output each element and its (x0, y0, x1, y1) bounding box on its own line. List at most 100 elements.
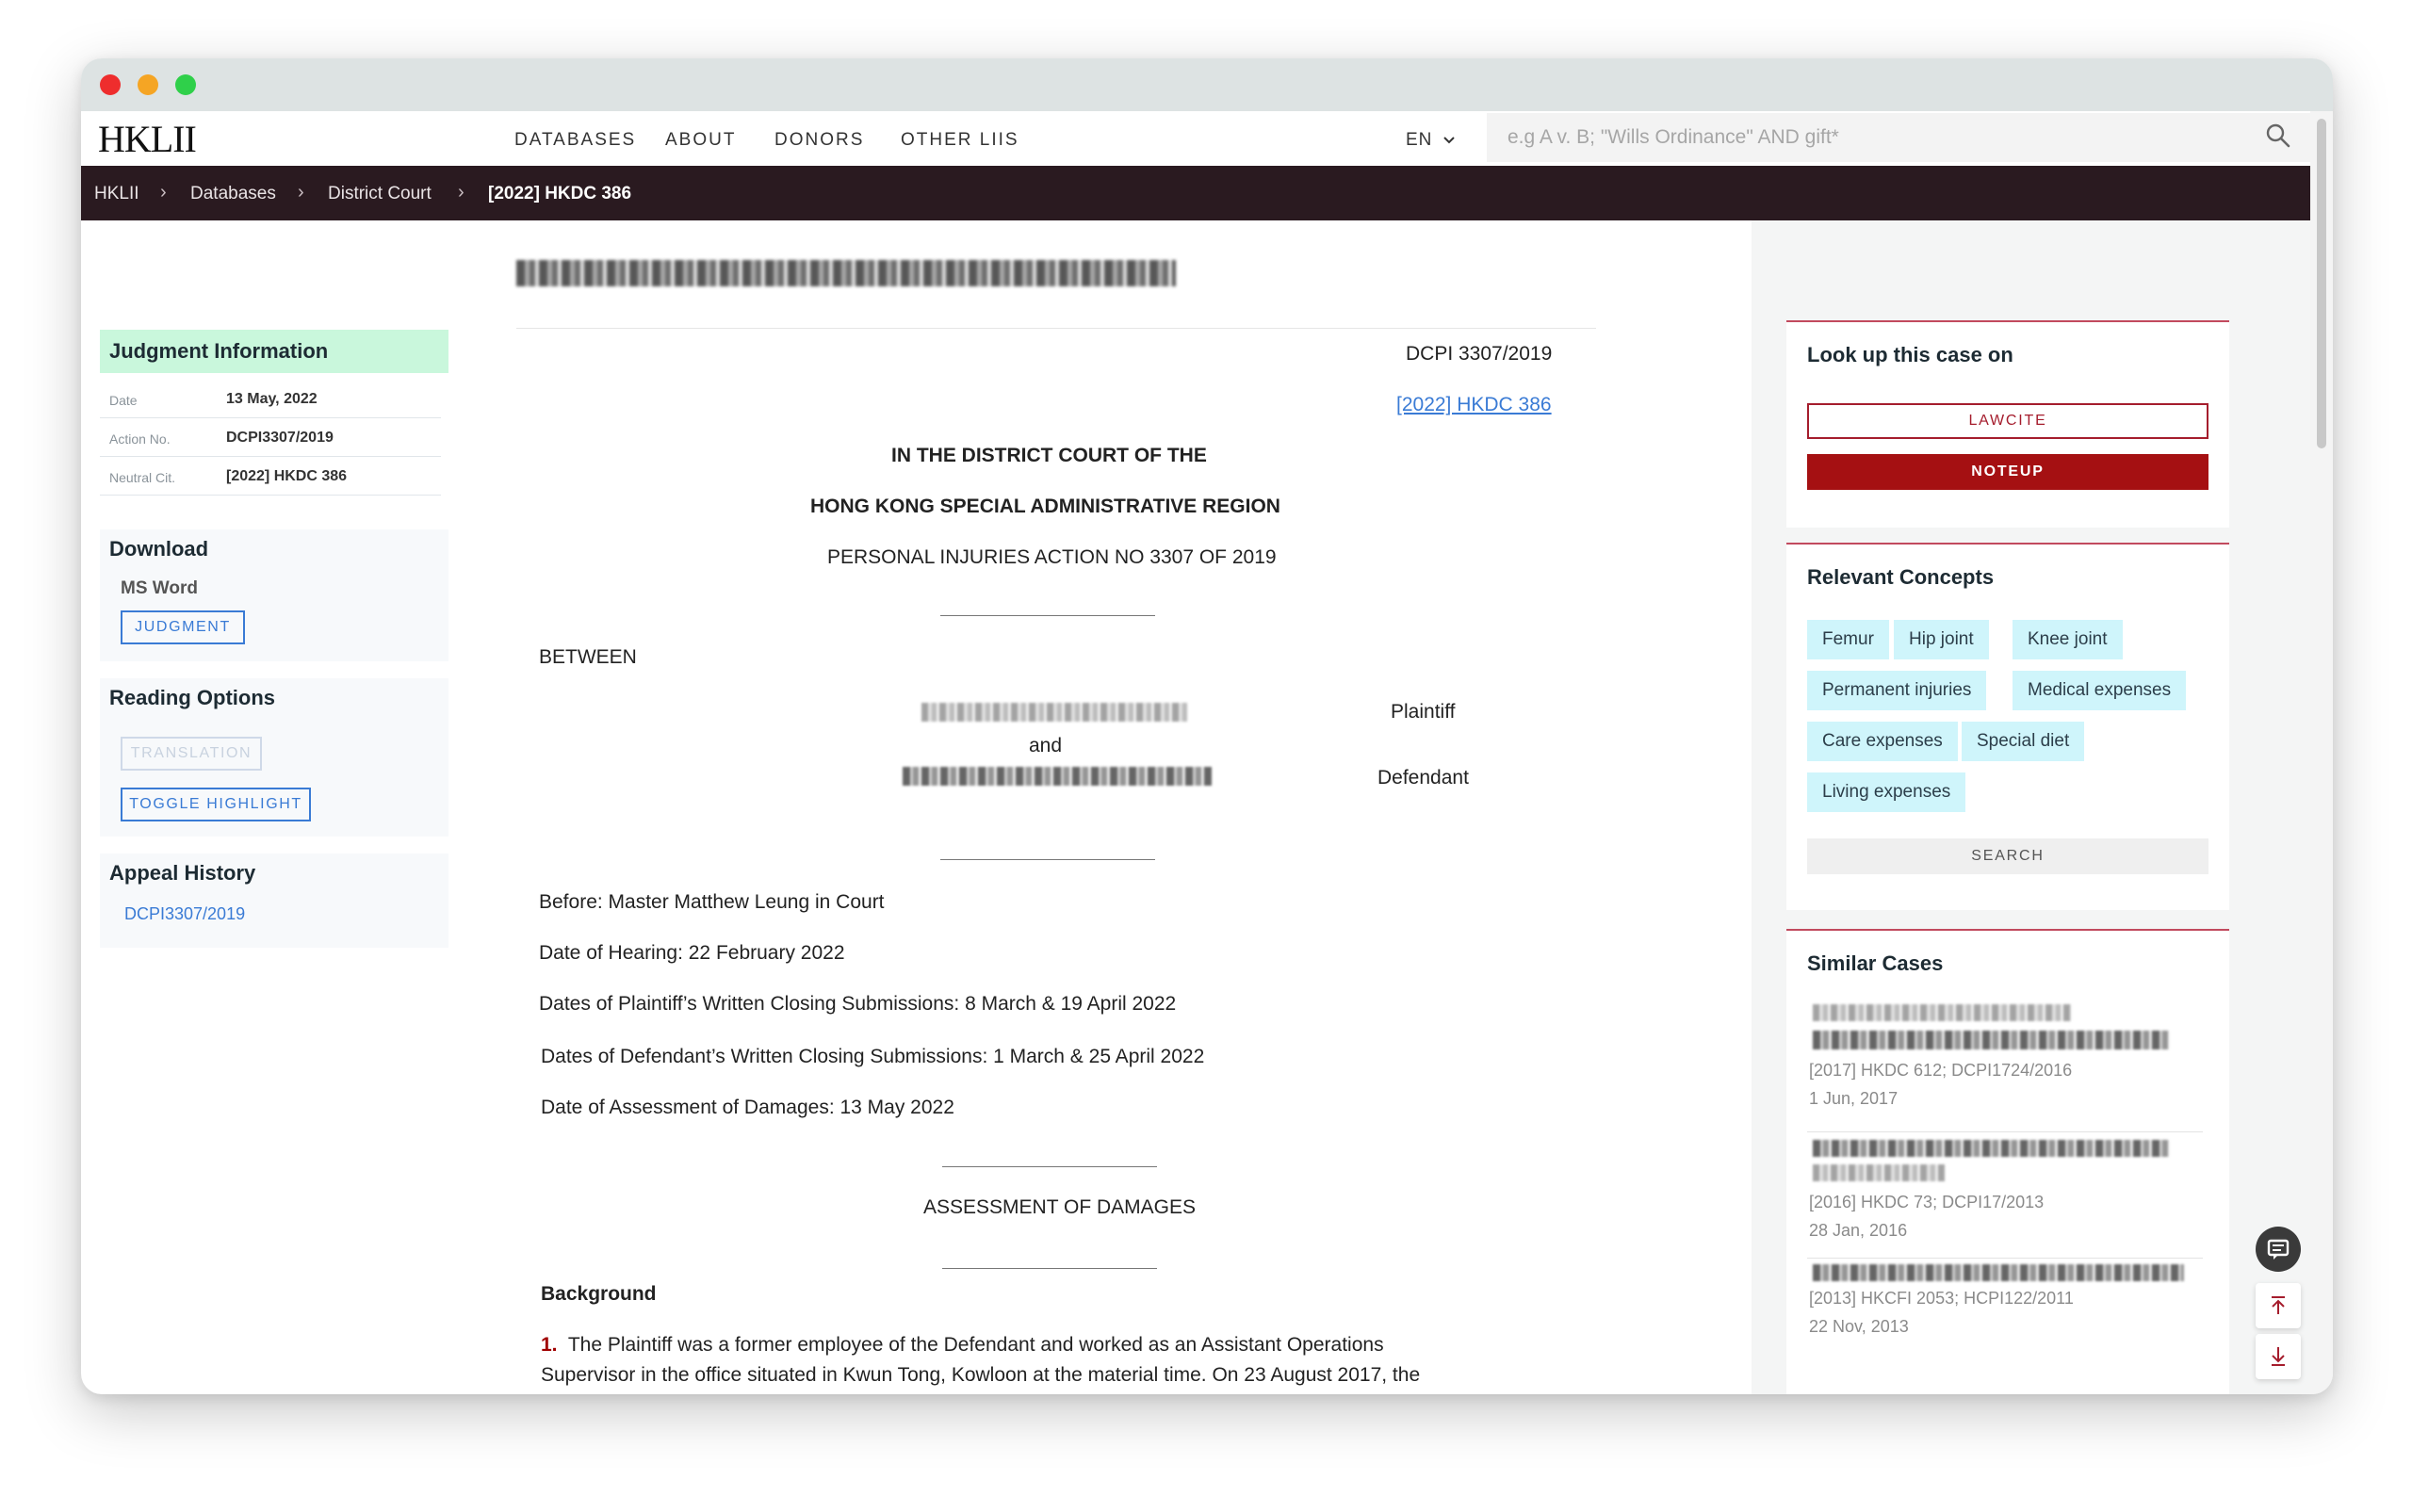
similar-case-title-redacted (1813, 1264, 2184, 1281)
nav-link-donors[interactable]: DONORS (774, 130, 864, 151)
concept-chip-special-diet[interactable]: Special diet (1962, 722, 2085, 761)
nav-link-databases[interactable]: DATABASES (514, 130, 636, 151)
concept-chip-knee-joint[interactable]: Knee joint (2013, 620, 2123, 659)
scrollbar-thumb[interactable] (2317, 119, 2326, 448)
nav-link-other-liis[interactable]: OTHER LIIS (901, 130, 1019, 151)
chat-icon (2267, 1239, 2290, 1260)
and-label: and (1029, 735, 1063, 756)
search-icon[interactable] (2265, 122, 2291, 149)
appeal-history-title: Appeal History (109, 861, 256, 885)
paragraph-1-text: The Plaintiff was a former employee of t… (567, 1334, 1384, 1356)
concept-chip-medical-expenses[interactable]: Medical expenses (2013, 671, 2187, 710)
appeal-history-link[interactable]: DCPI3307/2019 (124, 904, 245, 924)
breadcrumb-separator: › (160, 182, 167, 203)
translation-button[interactable]: TRANSLATION (121, 737, 262, 771)
window-titlebar (81, 58, 2333, 111)
similar-case-title-redacted (1813, 1031, 2169, 1049)
breadcrumb-separator: › (458, 182, 464, 203)
breadcrumb-item-district-court[interactable]: District Court (328, 184, 432, 204)
download-format-label: MS Word (121, 578, 198, 598)
browser-window: HKLII DATABASES ABOUT DONORS OTHER LIIS … (81, 58, 2333, 1394)
assessment-date-line: Date of Assessment of Damages: 13 May 20… (541, 1097, 954, 1118)
similar-case-date: 1 Jun, 2017 (1809, 1089, 1899, 1108)
similar-case-item[interactable]: [2017] HKDC 612; DCPI1724/2016 1 Jun, 20… (1807, 1000, 2203, 1132)
document-title-redacted (516, 260, 1176, 286)
vertical-scrollbar[interactable] (2310, 111, 2333, 1394)
concept-chip-living-expenses[interactable]: Living expenses (1807, 772, 1966, 812)
action-number-line: PERSONAL INJURIES ACTION NO 3307 OF 2019 (827, 546, 1277, 568)
citation-link[interactable]: [2022] HKDC 386 (1396, 394, 1552, 416)
similar-case-citation: [2013] HKCFI 2053; HCPI122/2011 (1809, 1289, 2074, 1308)
similar-case-citation: [2016] HKDC 73; DCPI17/2013 (1809, 1193, 2045, 1211)
lookup-card: Look up this case on LAWCITE NOTEUP (1786, 320, 2229, 528)
similar-case-item[interactable]: [2016] HKDC 73; DCPI17/2013 28 Jan, 2016 (1807, 1136, 2203, 1259)
chat-button[interactable] (2256, 1227, 2301, 1272)
judgment-info-key: Action No. (109, 431, 171, 447)
similar-case-title-redacted (1813, 1164, 1945, 1181)
chevron-down-icon (1442, 137, 1455, 144)
judgment-info-key: Neutral Cit. (109, 470, 176, 485)
relevant-concepts-card: Relevant Concepts Femur Hip joint Knee j… (1786, 543, 2229, 910)
breadcrumb: HKLII › Databases › District Court › [20… (81, 166, 2310, 220)
separator-line (942, 1268, 1157, 1269)
assessment-heading: ASSESSMENT OF DAMAGES (923, 1196, 1197, 1218)
paragraph-1-line-1: 1. The Plaintiff was a former employee o… (541, 1334, 1384, 1357)
download-judgment-button[interactable]: JUDGMENT (121, 610, 245, 644)
concept-chip-femur[interactable]: Femur (1807, 620, 1889, 659)
scroll-to-top-button[interactable] (2256, 1283, 2301, 1328)
judgment-info-row-neutral-cit: Neutral Cit. [2022] HKDC 386 (100, 458, 441, 496)
court-heading-line-2: HONG KONG SPECIAL ADMINISTRATIVE REGION (810, 496, 1280, 517)
plaintiff-submissions-line: Dates of Plaintiff’s Written Closing Sub… (539, 993, 1177, 1015)
plaintiff-name-redacted (921, 703, 1187, 722)
relevant-concepts-title: Relevant Concepts (1807, 565, 1995, 589)
background-heading: Background (541, 1283, 657, 1305)
lookup-title: Look up this case on (1807, 343, 2013, 366)
arrow-to-top-icon (2272, 1296, 2285, 1314)
between-label: BETWEEN (539, 646, 637, 668)
similar-case-citation: [2017] HKDC 612; DCPI1724/2016 (1809, 1061, 2073, 1080)
site-logo[interactable]: HKLII (98, 117, 197, 161)
top-navigation: HKLII DATABASES ABOUT DONORS OTHER LIIS … (81, 111, 2310, 166)
separator-line (940, 859, 1155, 860)
judgment-info-value: DCPI3307/2019 (226, 430, 334, 446)
similar-cases-card: Similar Cases [2017] HKDC 612; DCPI1724/… (1786, 929, 2229, 1394)
defendant-role: Defendant (1377, 767, 1469, 789)
breadcrumb-item-current: [2022] HKDC 386 (488, 184, 632, 203)
paragraph-1-line-2: Supervisor in the office situated in Kwu… (541, 1364, 1421, 1386)
concept-chip-care-expenses[interactable]: Care expenses (1807, 722, 1958, 761)
defendant-name-redacted (903, 767, 1212, 786)
paragraph-number: 1. (541, 1334, 558, 1356)
plaintiff-role: Plaintiff (1391, 701, 1456, 723)
language-label: EN (1406, 130, 1433, 150)
judgment-info-row-date: Date 13 May, 2022 (100, 381, 441, 418)
similar-case-item[interactable]: [2013] HKCFI 2053; HCPI122/2011 22 Nov, … (1807, 1260, 2203, 1355)
judgment-information-title: Judgment Information (109, 339, 329, 363)
concept-chip-permanent-injuries[interactable]: Permanent injuries (1807, 671, 1987, 710)
search-input[interactable] (1487, 113, 2310, 162)
scroll-to-bottom-button[interactable] (2256, 1334, 2301, 1379)
before-line: Before: Master Matthew Leung in Court (539, 891, 885, 913)
close-window-button[interactable] (100, 74, 121, 95)
nav-link-about[interactable]: ABOUT (665, 130, 736, 151)
concept-search-button[interactable]: SEARCH (1807, 838, 2208, 874)
judgment-info-value: 13 May, 2022 (226, 391, 318, 407)
breadcrumb-item-hklii[interactable]: HKLII (94, 184, 139, 204)
noteup-button[interactable]: NOTEUP (1807, 454, 2208, 490)
defendant-submissions-line: Dates of Defendant’s Written Closing Sub… (541, 1046, 1205, 1067)
case-number: DCPI 3307/2019 (1406, 343, 1553, 365)
hearing-date-line: Date of Hearing: 22 February 2022 (539, 942, 845, 964)
separator-line (940, 615, 1155, 616)
judgment-info-value: [2022] HKDC 386 (226, 468, 348, 484)
document-divider (516, 328, 1596, 329)
breadcrumb-separator: › (298, 182, 304, 203)
minimize-window-button[interactable] (138, 74, 158, 95)
lawcite-button[interactable]: LAWCITE (1807, 403, 2208, 439)
language-selector[interactable]: EN (1406, 130, 1456, 151)
similar-case-title-redacted (1813, 1004, 2071, 1021)
court-heading-line-1: IN THE DISTRICT COURT OF THE (891, 445, 1207, 466)
breadcrumb-item-databases[interactable]: Databases (190, 184, 276, 204)
concept-chip-hip-joint[interactable]: Hip joint (1894, 620, 1989, 659)
toggle-highlight-button[interactable]: TOGGLE HIGHLIGHT (121, 788, 311, 821)
judgment-information-header: Judgment Information (100, 330, 448, 373)
zoom-window-button[interactable] (175, 74, 196, 95)
